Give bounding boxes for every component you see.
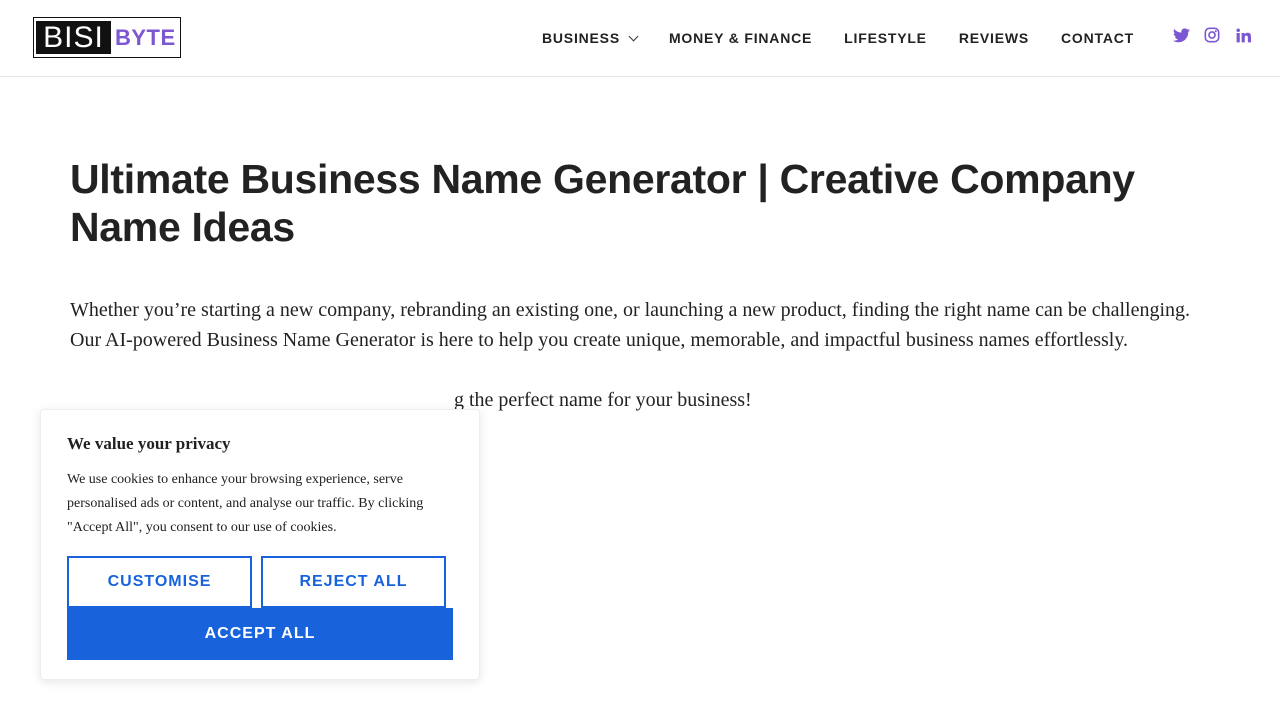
twitter-icon[interactable] <box>1172 26 1190 44</box>
nav-item-reviews[interactable]: REVIEWS <box>943 30 1045 46</box>
reject-all-button[interactable]: REJECT ALL <box>261 556 446 608</box>
nav-item-label: CONTACT <box>1061 30 1134 46</box>
cookie-button-row: CUSTOMISE REJECT ALL <box>67 556 453 608</box>
nav-item-lifestyle[interactable]: LIFESTYLE <box>828 30 943 46</box>
customise-button[interactable]: CUSTOMISE <box>67 556 252 608</box>
nav-item-label: LIFESTYLE <box>844 30 927 46</box>
nav-item-label: REVIEWS <box>958 30 1029 46</box>
linkedin-icon[interactable] <box>1234 26 1252 44</box>
social-links <box>1172 26 1252 44</box>
cookie-banner-title: We value your privacy <box>67 434 231 453</box>
nav-item-contact[interactable]: CONTACT <box>1045 30 1150 46</box>
logo-text-secondary: BYTE <box>115 24 176 50</box>
site-logo[interactable]: BISI BYTE <box>33 17 181 58</box>
page-title: Ultimate Business Name Generator | Creat… <box>70 156 1135 250</box>
article-content: Ultimate Business Name Generator | Creat… <box>70 155 1210 415</box>
intro-paragraph: Whether you’re starting a new company, r… <box>70 299 1190 351</box>
site-header: BISI BYTE BUSINESS MONEY & FINANCE LIFES… <box>0 0 1280 77</box>
chevron-down-icon <box>628 31 639 41</box>
nav-item-business[interactable]: BUSINESS <box>526 30 653 46</box>
nav-item-label: MONEY & FINANCE <box>668 30 813 46</box>
nav-item-label: BUSINESS <box>541 30 620 46</box>
main-nav: BUSINESS MONEY & FINANCE LIFESTYLE REVIE… <box>526 0 1150 76</box>
accept-all-button[interactable]: ACCEPT ALL <box>67 608 453 660</box>
nav-item-money-finance[interactable]: MONEY & FINANCE <box>653 30 828 46</box>
instagram-icon[interactable] <box>1203 26 1221 44</box>
logo-text-primary: BISI <box>36 21 111 54</box>
cookie-banner-text: We use cookies to enhance your browsing … <box>67 472 424 535</box>
cookie-consent-banner: We value your privacy We use cookies to … <box>40 409 480 680</box>
